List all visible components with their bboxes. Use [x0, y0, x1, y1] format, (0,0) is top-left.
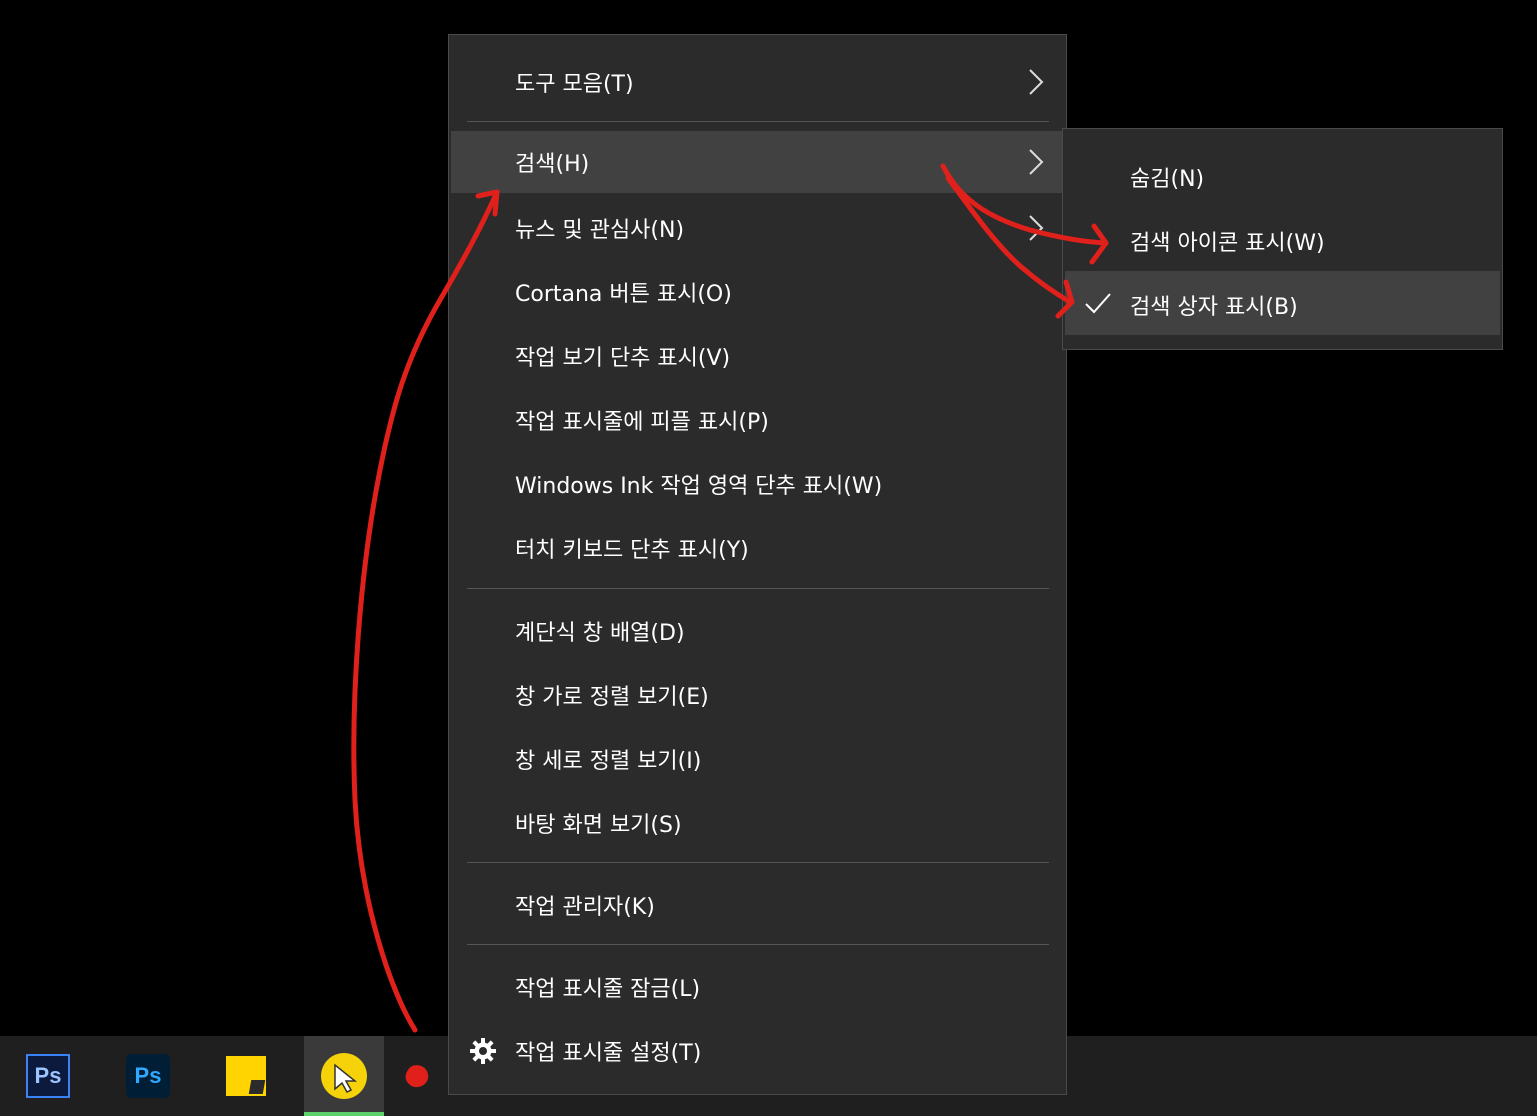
chevron-right-icon [1029, 215, 1044, 241]
screen: Ps Ps 도구 모음(T) 검색(H) 뉴스 및 관심사(N) Cortana… [0, 0, 1537, 1116]
menu-separator [467, 862, 1049, 863]
gear-icon [470, 1038, 496, 1064]
menu-item-label: 창 가로 정렬 보기(E) [515, 685, 709, 710]
menu-item-windows-ink[interactable]: Windows Ink 작업 영역 단추 표시(W) [451, 453, 1064, 515]
menu-item-task-view-button[interactable]: 작업 보기 단추 표시(V) [451, 325, 1064, 387]
menu-item-label: 작업 표시줄에 피플 표시(P) [515, 410, 769, 435]
menu-item-label: 터치 키보드 단추 표시(Y) [515, 538, 749, 563]
menu-separator [467, 121, 1049, 122]
menu-item-label: 창 세로 정렬 보기(I) [515, 749, 702, 774]
menu-item-news-interests[interactable]: 뉴스 및 관심사(N) [451, 197, 1064, 259]
menu-item-side-by-side[interactable]: 창 세로 정렬 보기(I) [451, 728, 1064, 790]
menu-item-label: 계단식 창 배열(D) [515, 621, 685, 646]
photoshop-cs-icon: Ps [26, 1054, 70, 1098]
menu-item-touch-keyboard[interactable]: 터치 키보드 단추 표시(Y) [451, 517, 1064, 579]
menu-item-label: 작업 표시줄 잠금(L) [515, 977, 701, 1002]
menu-item-cortana-button[interactable]: Cortana 버튼 표시(O) [451, 261, 1064, 323]
menu-item-label: 작업 관리자(K) [515, 895, 655, 920]
menu-item-label: Windows Ink 작업 영역 단추 표시(W) [515, 474, 883, 499]
screen-recorder-icon [321, 1053, 367, 1099]
chevron-right-icon [1029, 69, 1044, 95]
taskbar-button-sticky-notes[interactable] [206, 1036, 286, 1116]
menu-item-cascade-windows[interactable]: 계단식 창 배열(D) [451, 600, 1064, 662]
menu-separator [467, 588, 1049, 589]
menu-item-label: 작업 표시줄 설정(T) [515, 1041, 702, 1066]
submenu-item-hidden[interactable]: 숨김(N) [1065, 143, 1500, 207]
menu-item-taskbar-settings[interactable]: 작업 표시줄 설정(T) [451, 1020, 1064, 1082]
menu-item-label: 도구 모음(T) [515, 72, 634, 97]
menu-item-label: 검색(H) [515, 152, 590, 177]
menu-item-label: 작업 보기 단추 표시(V) [515, 346, 731, 371]
submenu-item-label: 검색 상자 표시(B) [1130, 295, 1298, 320]
menu-item-stacked-windows[interactable]: 창 가로 정렬 보기(E) [451, 664, 1064, 726]
menu-item-show-desktop[interactable]: 바탕 화면 보기(S) [451, 792, 1064, 854]
checkmark-icon [1085, 293, 1111, 314]
red-dot-icon [405, 1065, 429, 1088]
taskbar-button-red-dot[interactable] [376, 1036, 456, 1116]
menu-separator [467, 944, 1049, 945]
menu-item-task-manager[interactable]: 작업 관리자(K) [451, 874, 1064, 936]
menu-item-label: 뉴스 및 관심사(N) [515, 218, 685, 243]
taskbar-context-menu: 도구 모음(T) 검색(H) 뉴스 및 관심사(N) Cortana 버튼 표시… [448, 34, 1067, 1095]
sticky-notes-icon [226, 1056, 266, 1096]
menu-item-toolbars[interactable]: 도구 모음(T) [451, 51, 1064, 113]
submenu-item-show-search-box[interactable]: 검색 상자 표시(B) [1065, 271, 1500, 335]
submenu-item-show-search-icon[interactable]: 검색 아이콘 표시(W) [1065, 207, 1500, 271]
menu-item-search[interactable]: 검색(H) [451, 131, 1064, 193]
submenu-item-label: 검색 아이콘 표시(W) [1130, 231, 1325, 256]
taskbar-button-photoshop-cc[interactable]: Ps [108, 1036, 188, 1116]
menu-item-label: Cortana 버튼 표시(O) [515, 282, 732, 307]
menu-item-label: 바탕 화면 보기(S) [515, 813, 682, 838]
taskbar-button-photoshop-cs[interactable]: Ps [8, 1036, 88, 1116]
menu-item-lock-taskbar[interactable]: 작업 표시줄 잠금(L) [451, 956, 1064, 1018]
search-submenu: 숨김(N) 검색 아이콘 표시(W) 검색 상자 표시(B) [1062, 128, 1503, 350]
taskbar-button-screen-recorder[interactable] [304, 1036, 384, 1116]
submenu-item-label: 숨김(N) [1130, 167, 1205, 192]
chevron-right-icon [1029, 149, 1044, 175]
menu-item-people[interactable]: 작업 표시줄에 피플 표시(P) [451, 389, 1064, 451]
photoshop-cc-icon: Ps [126, 1054, 170, 1098]
